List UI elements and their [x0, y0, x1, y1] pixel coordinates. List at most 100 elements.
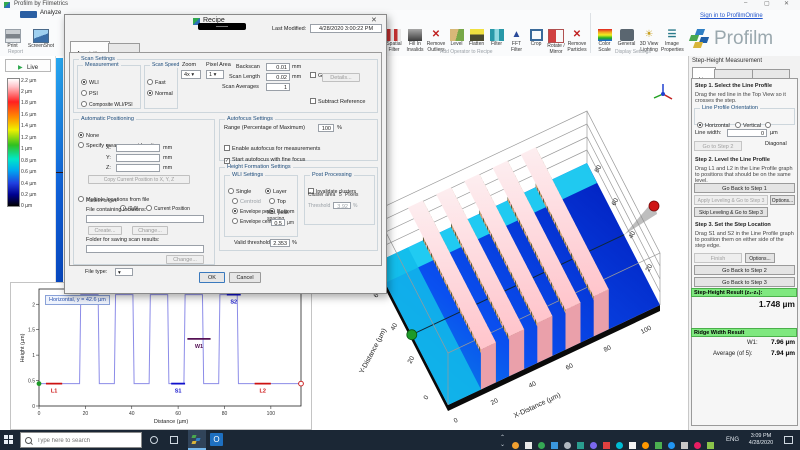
create-button[interactable]: Create... — [88, 226, 122, 235]
radio-vertical[interactable] — [735, 122, 741, 128]
taskbar-search[interactable] — [20, 432, 142, 448]
ok-button[interactable]: OK — [199, 272, 225, 283]
backscan-field[interactable]: 0.01 — [266, 63, 290, 71]
x-field[interactable] — [116, 144, 160, 152]
go-to-step2-button[interactable]: Go to Step 2 — [694, 141, 742, 151]
tab-analyze[interactable]: Analyze — [40, 10, 61, 16]
radio-specify-location[interactable] — [78, 142, 84, 148]
subtract-reference-checkbox[interactable] — [310, 98, 316, 104]
go-back-step2-button[interactable]: Go Back to Step 2 — [694, 265, 795, 275]
y-field[interactable] — [116, 154, 160, 162]
cortana-icon[interactable] — [150, 436, 158, 444]
pixel-area-select[interactable]: 1 ▾ — [206, 70, 224, 79]
finish-button[interactable]: Finish — [694, 253, 742, 263]
scan-settings-group: Scan Settings Measurement WLI PSI Compos… — [73, 59, 378, 113]
step-height-panel: Step-Height Measurement Line Rectangles … — [688, 56, 800, 430]
fill-in-invalids-button[interactable]: Fill In Invalids — [405, 29, 425, 53]
zoom-select[interactable]: 4x ▾ — [181, 70, 201, 79]
color-scale-button[interactable]: Color Scale — [594, 29, 615, 53]
notification-center-icon[interactable] — [784, 436, 793, 444]
radio-normal[interactable] — [147, 90, 153, 96]
cancel-button[interactable]: Cancel — [229, 272, 261, 283]
scan-averages-field[interactable]: 1 — [266, 83, 290, 91]
print-button[interactable]: Print — [2, 29, 23, 50]
radio-composite[interactable] — [81, 101, 87, 107]
sign-in-link[interactable]: Sign in to ProfilmOnline — [700, 13, 763, 19]
radio-multiple-locations[interactable] — [78, 196, 84, 202]
radio-diagonal[interactable] — [765, 122, 771, 128]
taskbar-outlook-app[interactable]: O — [210, 433, 223, 446]
app-title: Profilm by Filmetrics — [14, 1, 68, 7]
dialog-close-icon[interactable]: ✕ — [371, 16, 377, 24]
average-value: 7.94 µm — [759, 350, 795, 357]
change-button[interactable]: Change... — [132, 226, 168, 235]
change-folder-button[interactable]: Change... — [166, 255, 204, 264]
profile-start-handle[interactable] — [407, 330, 417, 340]
level-button[interactable]: Level — [447, 29, 466, 48]
close-icon[interactable]: ✕ — [784, 0, 789, 7]
recipe-name-redacted[interactable] — [198, 23, 246, 30]
maximize-icon[interactable]: ▢ — [764, 0, 770, 7]
svg-text:100: 100 — [640, 324, 653, 335]
line-width-field[interactable]: 0 — [727, 129, 767, 137]
taskbar-profilm-app[interactable] — [188, 430, 206, 450]
go-back-step1-button[interactable]: Go Back to Step 1 — [694, 183, 795, 193]
crop-button[interactable]: Crop — [527, 29, 545, 48]
svg-text:80: 80 — [603, 344, 613, 354]
skip-leveling-button[interactable]: Skip Leveling & Go to Step 3 — [694, 207, 768, 217]
task-view-icon[interactable] — [170, 436, 178, 444]
file-menu-button[interactable] — [20, 11, 37, 18]
options-button-1[interactable]: Options... — [770, 195, 795, 205]
search-input[interactable] — [35, 434, 139, 448]
image-properties-button[interactable]: ☰ Image Properties — [661, 29, 683, 53]
file-type-select[interactable]: ▾ — [115, 268, 133, 276]
general-button[interactable]: General — [616, 29, 637, 48]
scan-length-field[interactable]: 0.02 — [266, 73, 290, 81]
locations-file-field[interactable] — [86, 215, 204, 223]
display-group-label: Display Settings — [615, 49, 651, 55]
copy-position-button[interactable]: Copy Current Position to X, Y, Z — [88, 175, 190, 184]
language-indicator[interactable]: ENG — [726, 437, 739, 443]
start-button[interactable] — [4, 435, 14, 445]
min-peak-field[interactable]: 0.5 — [271, 219, 285, 226]
surface-3d-view[interactable]: 0 20 40 60 80 100 X-Distance (µm) 0 20 4… — [355, 56, 688, 430]
scale-label: 1.2 µm — [21, 135, 36, 141]
file-type-label: File type: — [85, 269, 107, 275]
z-field[interactable] — [116, 164, 160, 172]
profilm-logo-icon — [690, 28, 710, 48]
valid-threshold-field[interactable]: 2.353 — [270, 239, 290, 247]
remove-particles-button[interactable]: ✕ Remove Particles — [567, 29, 587, 53]
flatten-button[interactable]: Flatten — [467, 29, 486, 48]
radio-origin-current[interactable] — [146, 205, 152, 211]
spatial-filter-icon — [387, 29, 401, 41]
screenshot-icon — [33, 29, 49, 43]
details-button[interactable]: Details... — [322, 73, 360, 82]
tray-icons[interactable] — [512, 436, 722, 444]
spatial-filter-button[interactable]: Spatial Filter — [384, 29, 404, 53]
options-button-2[interactable]: Options... — [745, 253, 775, 263]
grid-checkbox[interactable] — [310, 72, 316, 78]
color-scale-bar[interactable] — [7, 78, 20, 207]
step-height-result-value: 1.748 µm — [691, 299, 795, 309]
apply-leveling-button[interactable]: Apply Leveling & Go to Step 3 — [694, 195, 768, 205]
profile-end-handle[interactable] — [649, 201, 659, 211]
threshold-field[interactable]: 3.92 — [333, 202, 351, 209]
radio-horizontal[interactable] — [697, 122, 703, 128]
rotate-mirror-button[interactable]: Rotate / Mirror — [546, 29, 566, 55]
filter-button[interactable]: Filter — [487, 29, 506, 48]
save-folder-field[interactable] — [86, 245, 204, 253]
tray-expand-icon[interactable]: ⌃⌄ — [500, 434, 505, 448]
profile-annotation[interactable]: Horizontal, y = 42.6 µm — [45, 295, 110, 305]
fft-filter-button[interactable]: ▲ FFT Filter — [507, 29, 526, 53]
orientation-gizmo-icon[interactable] — [654, 84, 672, 99]
screenshot-button[interactable]: ScreenShot — [24, 29, 58, 50]
svg-text:20: 20 — [407, 355, 417, 365]
minimize-icon[interactable]: – — [744, 0, 747, 6]
radio-envelope-center[interactable] — [232, 218, 238, 224]
live-button[interactable]: ▶ Live — [5, 59, 51, 72]
range-field[interactable]: 100 — [318, 124, 334, 132]
go-back-step3-button[interactable]: Go Back to Step 3 — [694, 277, 795, 287]
clock[interactable]: 3:09 PM 4/28/2020 — [744, 433, 778, 447]
recipe-dialog[interactable]: Recipe ✕ Last Modified: 4/28/2020 3:00:2… — [64, 14, 387, 294]
top-view-strip[interactable] — [56, 58, 63, 282]
